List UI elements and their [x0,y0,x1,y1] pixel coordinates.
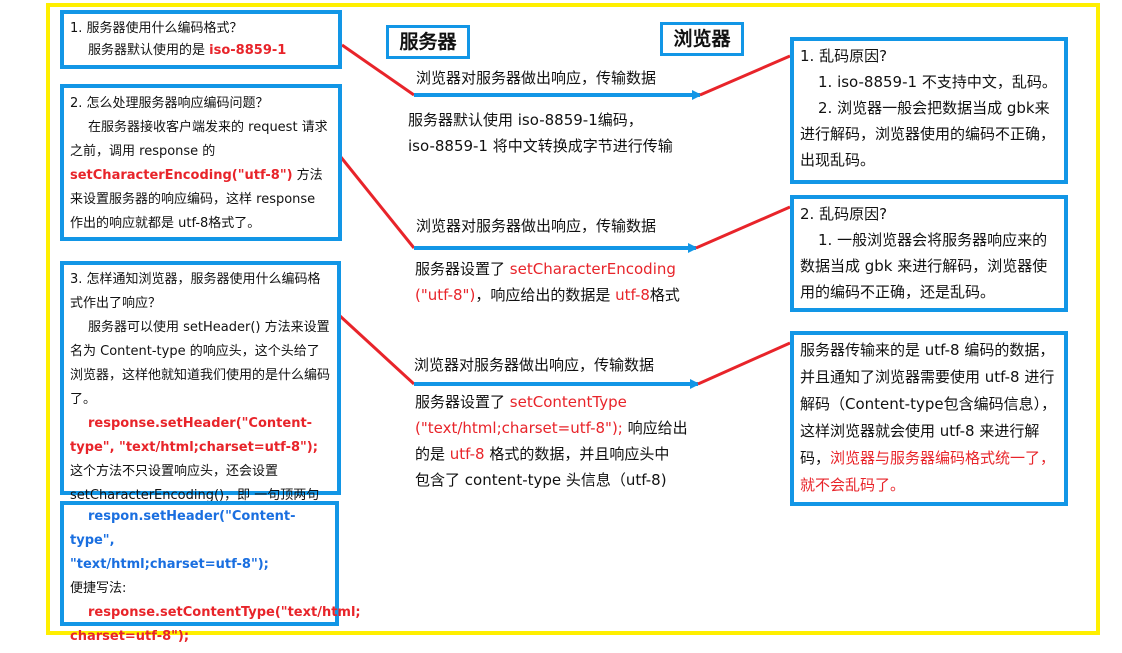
setcontenttype-code-line2: charset=utf-8"); [70,629,190,644]
right-box2-p1: 1. 一般浏览器会将服务器响应来的数据当成 gbk 来进行解码，浏览器使用的编码… [800,231,1048,301]
box1-answer: 服务器默认使用的是 iso-8859-1 [88,43,287,58]
right-box-garbled-reason-1: 1. 乱码原因? 1. iso-8859-1 不支持中文，乱码。 2. 浏览器一… [790,37,1068,184]
server-header: 服务器 [386,25,470,59]
box3-paragraph: 服务器可以使用 setHeader() 方法来设置名为 Content-type… [70,320,331,407]
right-box-utf8-result: 服务器传输来的是 utf-8 编码的数据，并且通知了浏览器需要使用 utf-8 … [790,331,1068,506]
box1-question: 1. 服务器使用什么编码格式？ [70,21,243,36]
right-box3-conclusion: 浏览器与服务器编码格式统一了，就不会乱码了。 [800,449,1056,494]
arrow-label-2: 浏览器对服务器做出响应，传输数据 [416,217,657,235]
box2-question: 2. 怎么处理服务器响应编码问题？ [70,96,269,111]
setcontenttype-code-line1: response.setContentType("text/html; [88,605,361,620]
browser-header: 浏览器 [660,22,744,56]
setheader-code-line2: "text/html;charset=utf-8"); [70,557,269,572]
arrow-label-1: 浏览器对服务器做出响应，传输数据 [416,69,657,87]
center-row3-text: 服务器设置了 setContentType ("text/html;charse… [415,393,688,489]
red-connector-3b [697,341,791,386]
right-box2-title: 2. 乱码原因? [800,205,888,223]
center-row2-text: 服务器设置了 setCharacterEncoding ("utf-8")，响应… [415,260,680,304]
right-box-garbled-reason-2: 2. 乱码原因? 1. 一般浏览器会将服务器响应来的数据当成 gbk 来进行解码… [790,195,1068,312]
red-connector-2a [338,155,416,249]
arrow-label-3: 浏览器对服务器做出响应，传输数据 [414,356,655,374]
right-box1-p1: 1. iso-8859-1 不支持中文，乱码。 [818,73,1057,91]
red-connector-3a [338,314,416,386]
right-box1-p2: 2. 浏览器一般会把数据当成 gbk来进行解码，浏览器使用的编码不正确，出现乱码… [800,99,1056,169]
left-box-shortcut: respon.setHeader("Content-type", "text/h… [60,501,361,644]
box3-question: 3. 怎样通知浏览器，服务器使用什么编码格式作出了响应？ [70,272,321,311]
shortcut-label: 便捷写法: [70,581,127,596]
setheader-code-line1: respon.setHeader("Content-type", [70,509,296,548]
left-box-handle-encoding: 2. 怎么处理服务器响应编码问题？ 在服务器接收客户端发来的 request 请… [60,84,342,241]
center-row1-text: 服务器默认使用 iso-8859-1编码， iso-8859-1 将中文转换成字… [408,111,673,155]
left-box-notify-browser: 3. 怎样通知浏览器，服务器使用什么编码格式作出了响应？ 服务器可以使用 set… [60,261,341,527]
red-connector-2b [695,205,791,250]
left-box-encoding-question: 1. 服务器使用什么编码格式？ 服务器默认使用的是 iso-8859-1 [60,10,342,69]
red-connector-1b [699,54,791,97]
right-box1-title: 1. 乱码原因? [800,47,888,65]
box2-paragraph: 在服务器接收客户端发来的 request 请求之前，调用 response 的 … [70,120,328,231]
